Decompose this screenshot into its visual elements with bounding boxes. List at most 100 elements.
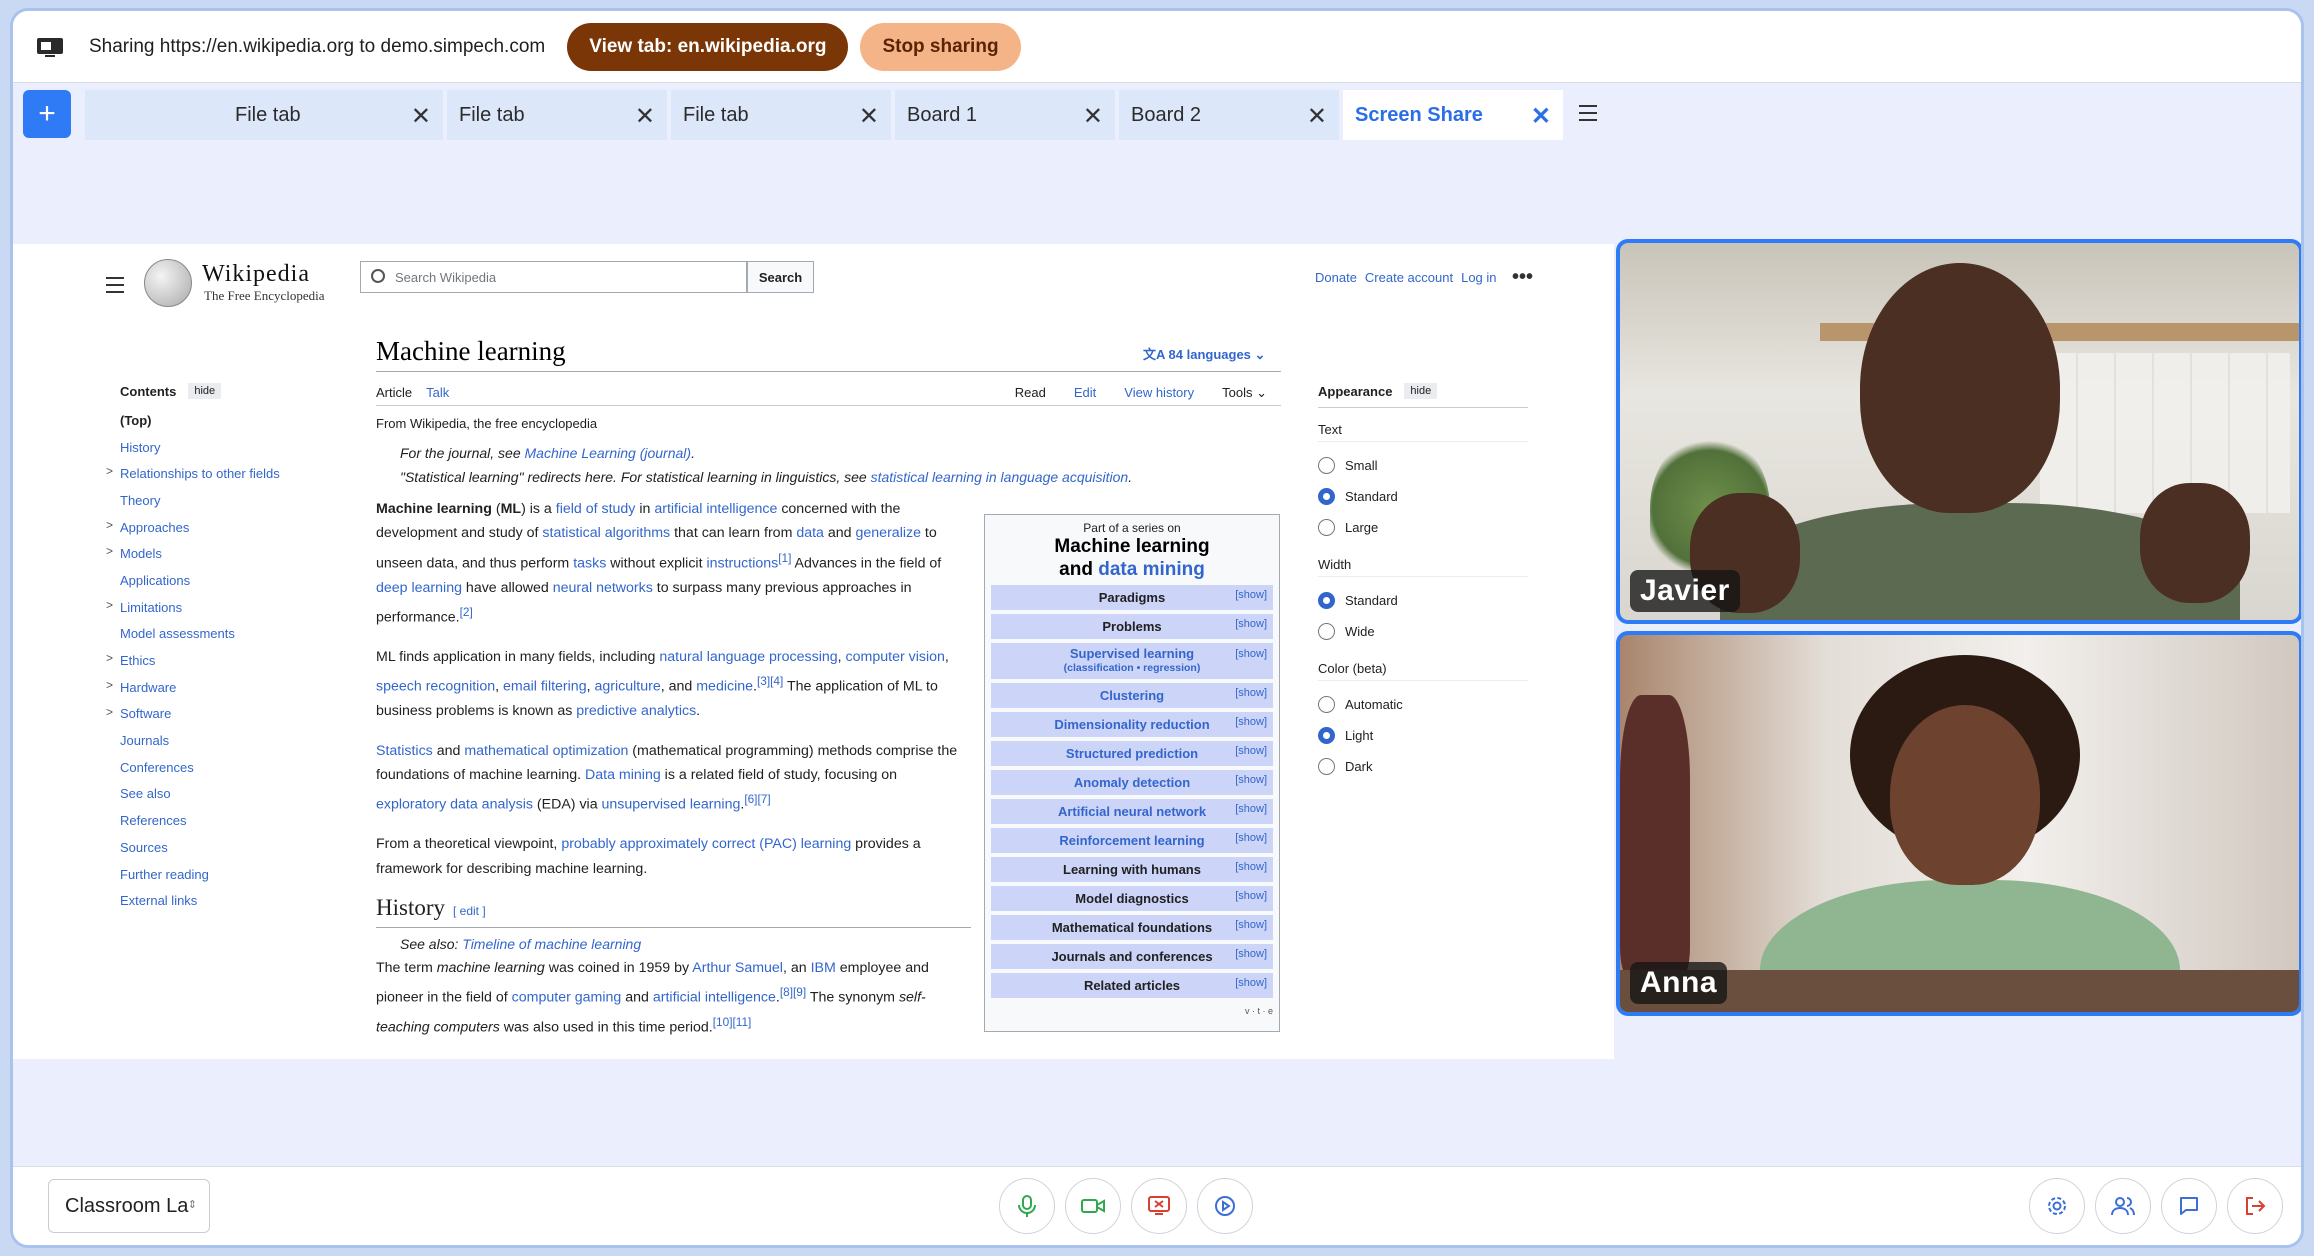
stop-sharing-button[interactable]: Stop sharing bbox=[860, 22, 1021, 71]
article-link[interactable]: neural networks bbox=[553, 580, 653, 596]
room-select[interactable]: Classroom La ⇕ bbox=[48, 1179, 210, 1233]
close-icon[interactable]: ✕ bbox=[859, 102, 879, 131]
show-toggle[interactable]: [show] bbox=[1235, 948, 1267, 960]
navbox-row[interactable]: Learning with humans [show] bbox=[991, 857, 1273, 882]
article-link[interactable]: exploratory data analysis bbox=[376, 797, 533, 813]
toc-item[interactable]: History bbox=[120, 434, 325, 461]
series-title[interactable]: Machine learning bbox=[991, 535, 1273, 558]
navbox-row[interactable]: Artificial neural network [show] bbox=[991, 799, 1273, 824]
article-link[interactable]: tasks bbox=[573, 555, 606, 571]
tab-file-1[interactable]: File tab ✕ bbox=[223, 90, 443, 140]
show-toggle[interactable]: [show] bbox=[1235, 589, 1267, 601]
toc-item[interactable]: > Software bbox=[106, 701, 325, 728]
participants-button[interactable] bbox=[2095, 1178, 2151, 1234]
participant-video-anna[interactable]: Anna bbox=[1616, 631, 2301, 1016]
close-icon[interactable]: ✕ bbox=[1531, 102, 1551, 131]
wikipedia-wordmark[interactable]: Wikipedia bbox=[202, 261, 310, 288]
chevron-right-icon[interactable]: > bbox=[106, 544, 113, 558]
toc-item[interactable]: (Top) bbox=[120, 407, 325, 434]
toc-item[interactable]: > Hardware bbox=[106, 674, 325, 701]
toc-item[interactable]: References bbox=[120, 807, 325, 834]
article-link[interactable]: artificial intelligence bbox=[654, 501, 777, 517]
add-tab-button[interactable]: + bbox=[23, 90, 71, 138]
participant-video-javier[interactable]: Javier bbox=[1616, 239, 2301, 624]
tab-screen-share[interactable]: Screen Share ✕ bbox=[1343, 90, 1563, 140]
wiki-search-button[interactable]: Search bbox=[747, 261, 814, 293]
article-link[interactable]: email filtering bbox=[503, 679, 587, 695]
navbox-row[interactable]: Anomaly detection [show] bbox=[991, 770, 1273, 795]
show-toggle[interactable]: [show] bbox=[1235, 890, 1267, 902]
show-toggle[interactable]: [show] bbox=[1235, 977, 1267, 989]
article-link[interactable]: natural language processing bbox=[659, 649, 837, 665]
article-link[interactable]: predictive analytics bbox=[576, 703, 696, 719]
hatnote-link[interactable]: Machine Learning (journal) bbox=[525, 445, 692, 461]
settings-button[interactable] bbox=[2029, 1178, 2085, 1234]
text-size-standard-radio[interactable]: Standard bbox=[1318, 481, 1528, 512]
leave-button[interactable] bbox=[2227, 1178, 2283, 1234]
show-toggle[interactable]: [show] bbox=[1235, 803, 1267, 815]
tab-view-history[interactable]: View history bbox=[1124, 385, 1194, 401]
languages-button[interactable]: 文A 84 languages ⌄ bbox=[1143, 344, 1265, 363]
toc-item[interactable]: Model assessments bbox=[120, 621, 325, 648]
show-toggle[interactable]: [show] bbox=[1235, 687, 1267, 699]
microphone-button[interactable] bbox=[999, 1178, 1055, 1234]
text-size-large-radio[interactable]: Large bbox=[1318, 512, 1528, 543]
toc-item[interactable]: External links bbox=[120, 887, 325, 914]
navbox-row[interactable]: Clustering [show] bbox=[991, 683, 1273, 708]
article-link[interactable]: Data mining bbox=[585, 767, 661, 783]
donate-link[interactable]: Donate bbox=[1315, 270, 1357, 285]
data-mining-link[interactable]: data mining bbox=[1098, 559, 1205, 580]
chevron-right-icon[interactable]: > bbox=[106, 464, 113, 478]
color-dark-radio[interactable]: Dark bbox=[1318, 751, 1528, 782]
show-toggle[interactable]: [show] bbox=[1235, 647, 1267, 661]
article-link[interactable]: agriculture bbox=[594, 679, 660, 695]
stop-screen-share-button[interactable] bbox=[1131, 1178, 1187, 1234]
chevron-right-icon[interactable]: > bbox=[106, 678, 113, 692]
tab-article[interactable]: Article bbox=[376, 385, 412, 400]
show-toggle[interactable]: [show] bbox=[1235, 832, 1267, 844]
article-link[interactable]: computer vision bbox=[846, 649, 945, 665]
show-toggle[interactable]: [show] bbox=[1235, 618, 1267, 630]
navbox-row[interactable]: Structured prediction [show] bbox=[991, 741, 1273, 766]
article-link[interactable]: Arthur Samuel bbox=[692, 960, 783, 976]
show-toggle[interactable]: [show] bbox=[1235, 716, 1267, 728]
close-icon[interactable]: ✕ bbox=[1307, 102, 1327, 131]
article-link[interactable]: probably approximately correct (PAC) lea… bbox=[561, 836, 851, 852]
main-menu-icon[interactable] bbox=[106, 277, 124, 298]
close-icon[interactable]: ✕ bbox=[635, 102, 655, 131]
chevron-right-icon[interactable]: > bbox=[106, 598, 113, 612]
article-link[interactable]: mathematical optimization bbox=[464, 743, 628, 759]
contents-hide-button[interactable]: hide bbox=[188, 383, 222, 399]
toc-item[interactable]: See also bbox=[120, 781, 325, 808]
tab-board-2[interactable]: Board 2 ✕ bbox=[1119, 90, 1339, 140]
article-link[interactable]: generalize bbox=[856, 525, 921, 541]
citation[interactable]: [10][11] bbox=[713, 1015, 752, 1029]
toc-item[interactable]: > Ethics bbox=[106, 647, 325, 674]
login-link[interactable]: Log in bbox=[1461, 270, 1496, 285]
toc-item[interactable]: Applications bbox=[120, 567, 325, 594]
show-toggle[interactable]: [show] bbox=[1235, 861, 1267, 873]
tab-read[interactable]: Read bbox=[1015, 385, 1046, 401]
tab-file-3[interactable]: File tab ✕ bbox=[671, 90, 891, 140]
color-automatic-radio[interactable]: Automatic bbox=[1318, 689, 1528, 720]
tab-board-1[interactable]: Board 1 ✕ bbox=[895, 90, 1115, 140]
hatnote-link[interactable]: statistical learning in language acquisi… bbox=[871, 469, 1129, 485]
citation[interactable]: [6][7] bbox=[744, 792, 770, 806]
article-link[interactable]: statistical algorithms bbox=[542, 525, 670, 541]
navbox-row[interactable]: Problems [show] bbox=[991, 614, 1273, 639]
toc-item[interactable]: Sources bbox=[120, 834, 325, 861]
vte-links[interactable]: v · t · e bbox=[991, 1006, 1273, 1016]
hatnote-link[interactable]: Timeline of machine learning bbox=[462, 936, 641, 952]
show-toggle[interactable]: [show] bbox=[1235, 919, 1267, 931]
record-button[interactable] bbox=[1197, 1178, 1253, 1234]
article-link[interactable]: artificial intelligence bbox=[653, 990, 776, 1006]
menu-icon[interactable] bbox=[1579, 105, 1597, 121]
citation[interactable]: [1] bbox=[778, 551, 791, 565]
navbox-row[interactable]: Paradigms [show] bbox=[991, 585, 1273, 610]
article-link[interactable]: unsupervised learning bbox=[602, 797, 741, 813]
chevron-right-icon[interactable]: > bbox=[106, 518, 113, 532]
tab-edit[interactable]: Edit bbox=[1074, 385, 1096, 401]
navbox-row[interactable]: Mathematical foundations [show] bbox=[991, 915, 1273, 940]
tools-menu[interactable]: Tools ⌄ bbox=[1222, 385, 1267, 401]
toc-item[interactable]: > Approaches bbox=[106, 514, 325, 541]
